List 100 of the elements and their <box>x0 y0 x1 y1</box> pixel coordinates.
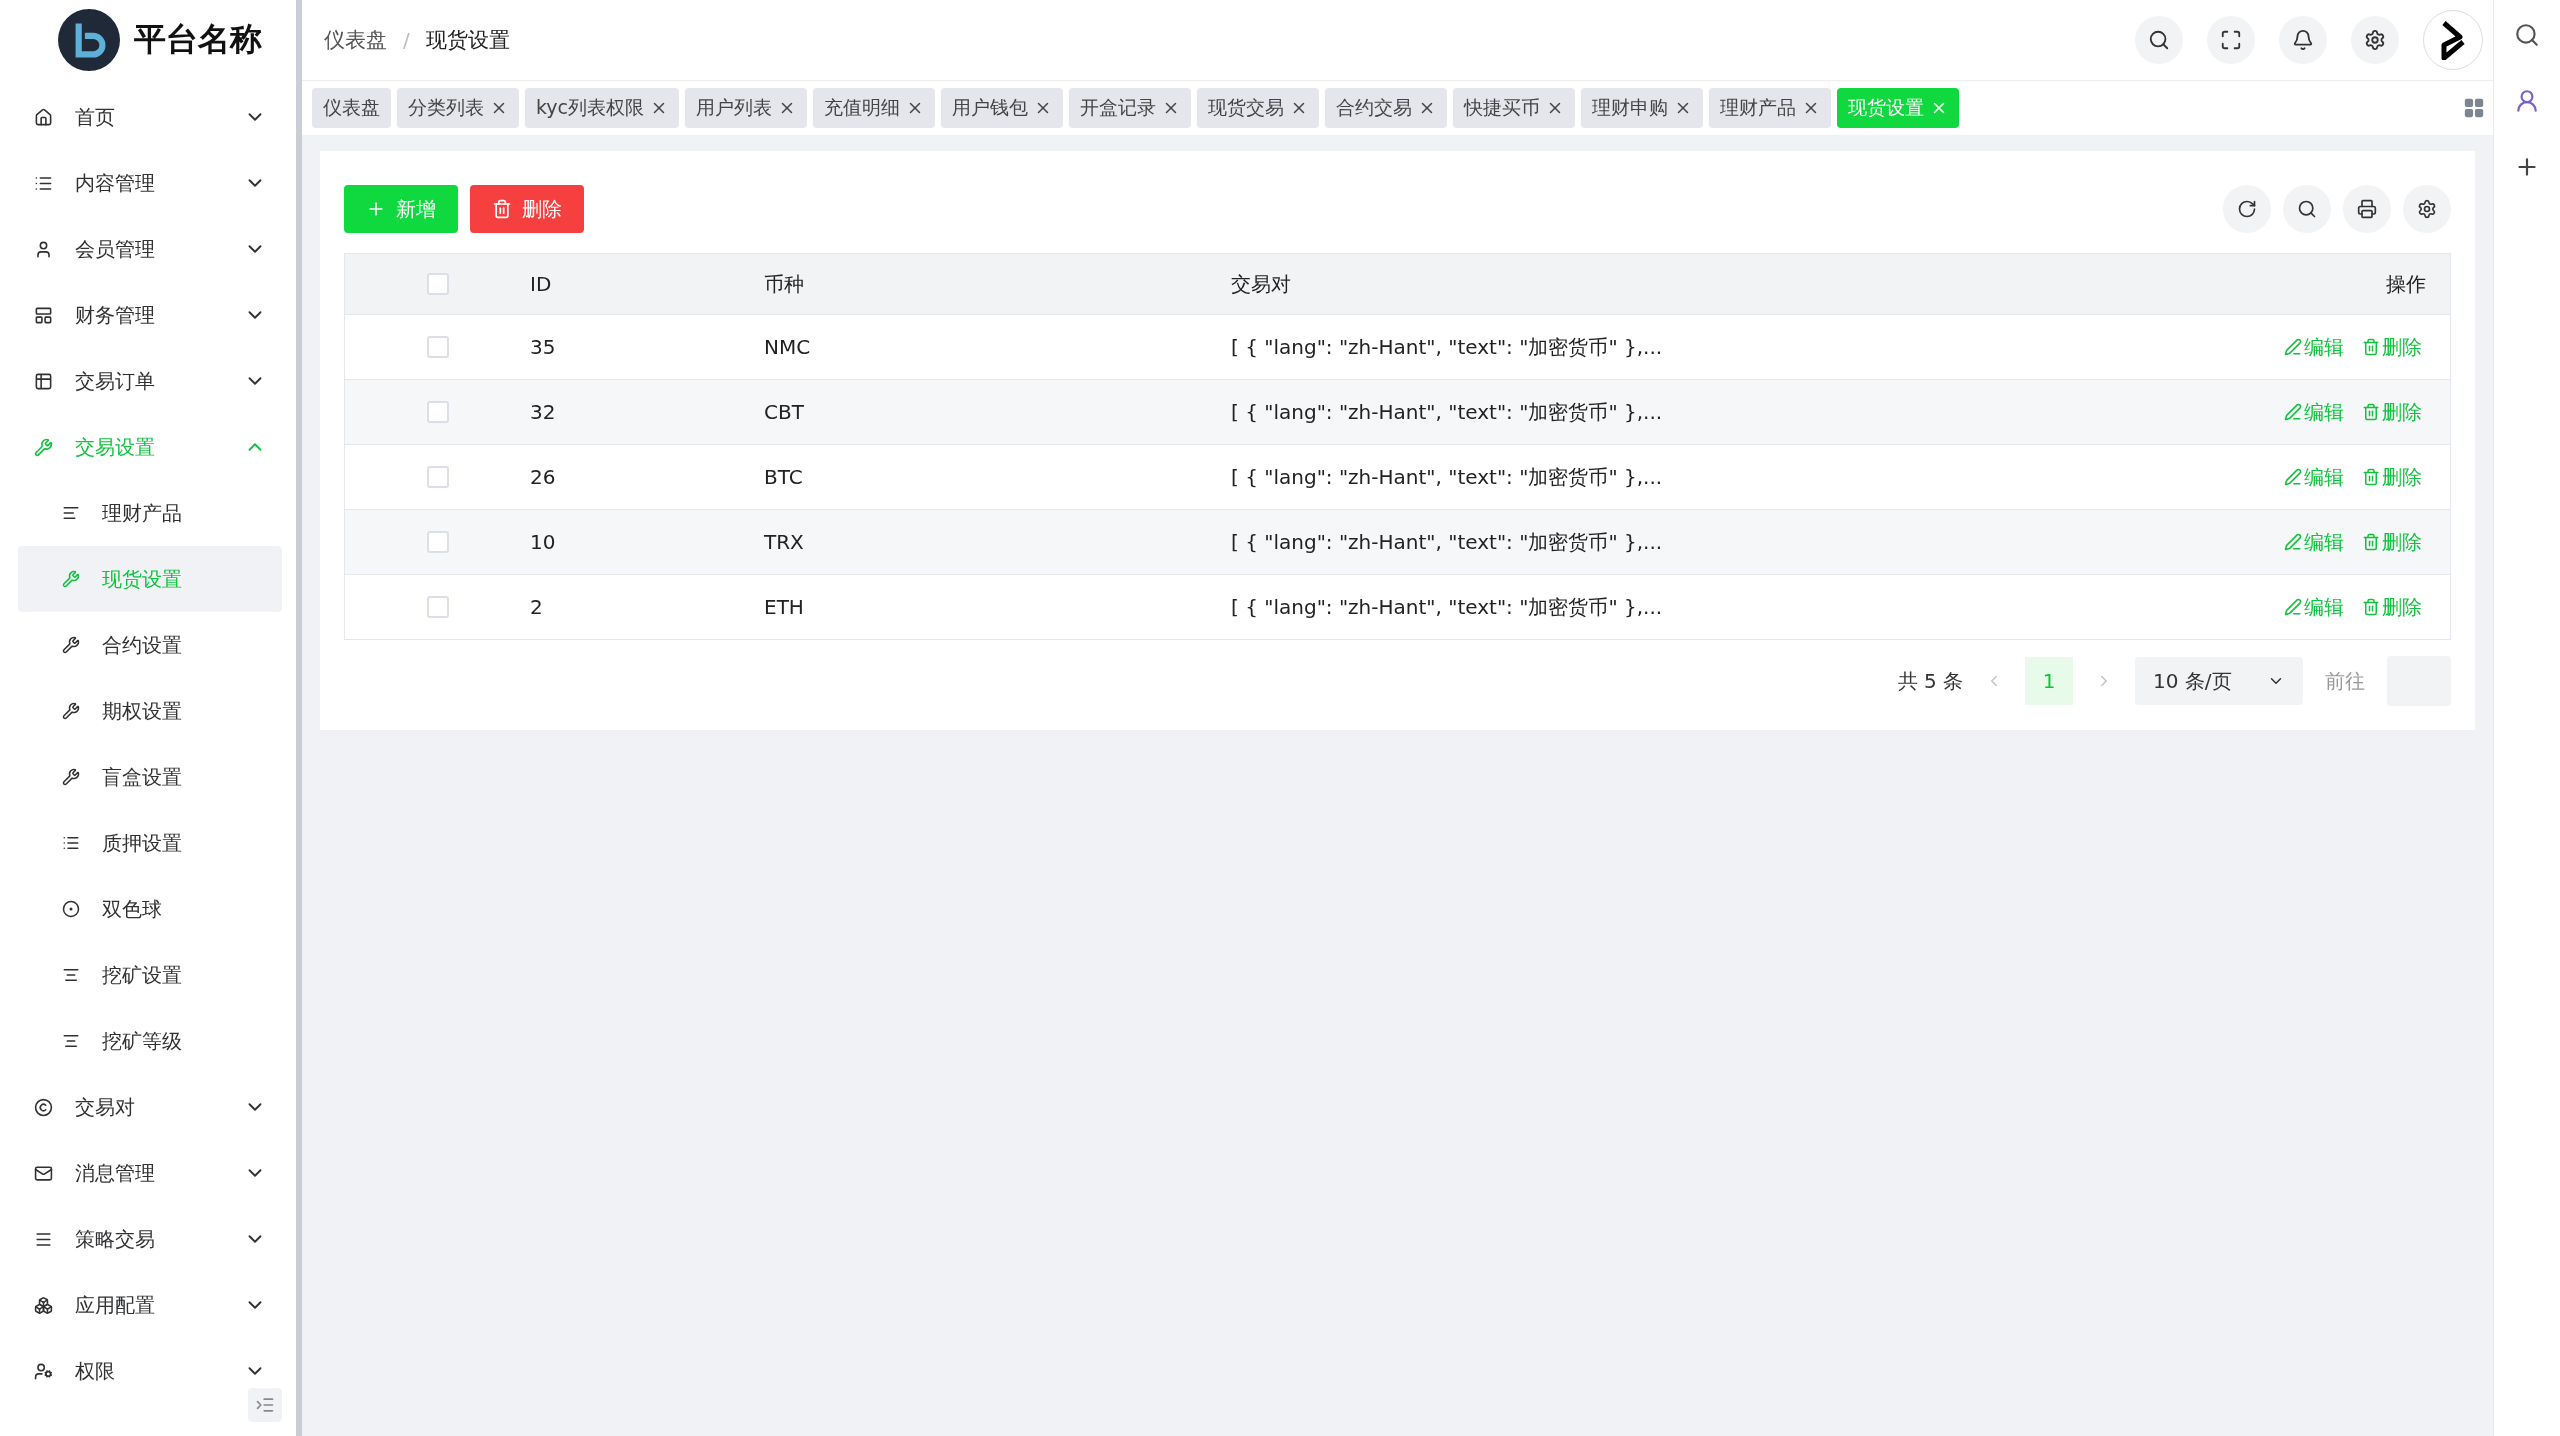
submenu-item[interactable]: 双色球 <box>0 876 296 942</box>
submenu-item[interactable]: 挖矿设置 <box>0 942 296 1008</box>
submenu-item[interactable]: 挖矿等级 <box>0 1008 296 1074</box>
row-checkbox[interactable] <box>426 466 449 488</box>
sidebar-item[interactable]: 首页 <box>0 84 296 150</box>
sidebar-item[interactable]: 应用配置 <box>0 1272 296 1338</box>
sidebar-item[interactable]: 会员管理 <box>0 216 296 282</box>
sidebar-label: 消息管理 <box>75 1159 156 1187</box>
sidebar-item[interactable]: 内容管理 <box>0 150 296 216</box>
search-icon <box>2148 29 2170 51</box>
submenu-item[interactable]: 理财产品 <box>0 480 296 546</box>
submenu-label: 挖矿设置 <box>102 961 183 989</box>
page-tab[interactable]: 分类列表 <box>397 88 519 128</box>
row-checkbox[interactable] <box>426 596 449 618</box>
page-tab[interactable]: kyc列表权限 <box>525 88 680 128</box>
sidebar-item[interactable]: 交易订单 <box>0 348 296 414</box>
page-tab[interactable]: 理财申购 <box>1581 88 1704 128</box>
sidebar-item[interactable]: 消息管理 <box>0 1140 296 1206</box>
indent-icon <box>255 1395 275 1415</box>
row-checkbox[interactable] <box>426 531 449 553</box>
fullscreen-icon <box>2220 29 2242 51</box>
breadcrumb-item[interactable]: 仪表盘 <box>324 26 387 54</box>
printer-icon <box>2357 199 2377 219</box>
table-cell-text: ETH <box>764 595 805 619</box>
page-tab[interactable]: 合约交易 <box>1325 88 1448 128</box>
settings-button[interactable] <box>2403 185 2451 233</box>
page-tab[interactable]: 理财产品 <box>1709 88 1832 128</box>
table-cell-text: [ { "lang": "zh-Hant", "text": "加密货币" },... <box>1231 463 1664 491</box>
table-icon <box>34 371 53 391</box>
column-header: 操作 <box>2386 270 2427 298</box>
table-cell-text: 26 <box>530 465 557 489</box>
column-header: 币种 <box>764 270 805 298</box>
column-header: 交易对 <box>1231 270 1292 298</box>
user-icon <box>34 239 53 259</box>
target-icon <box>62 900 80 918</box>
submenu-label: 理财产品 <box>102 499 183 527</box>
notification-button[interactable] <box>2279 16 2327 64</box>
page-size-select[interactable]: 10 条/页 <box>2135 657 2303 705</box>
submenu-item[interactable]: 期权设置 <box>0 678 296 744</box>
table-cell-text: BTC <box>764 465 804 489</box>
trash-icon <box>492 199 512 219</box>
submenu-item[interactable]: 质押设置 <box>0 810 296 876</box>
list-icon <box>62 834 80 852</box>
sidebar-label: 交易对 <box>75 1093 136 1121</box>
column-header: ID <box>530 272 553 296</box>
delete-button[interactable]: 删除 <box>470 185 584 233</box>
sidebar-item[interactable]: 权限 <box>0 1338 296 1404</box>
wrench-icon <box>62 570 80 588</box>
breadcrumb-item[interactable]: 现货设置 <box>425 26 510 54</box>
sidebar-label: 交易设置 <box>75 433 156 461</box>
submenu-item[interactable]: 盲盒设置 <box>0 744 296 810</box>
search-button[interactable] <box>2135 16 2183 64</box>
print-button[interactable] <box>2343 185 2391 233</box>
sidebar-label: 交易订单 <box>75 367 156 395</box>
row-checkbox[interactable] <box>426 401 449 423</box>
sidebar-label: 内容管理 <box>75 169 156 197</box>
table-cell-text: TRX <box>764 530 805 554</box>
page-tab[interactable]: 开盒记录 <box>1069 88 1192 128</box>
search-button[interactable] <box>2283 185 2331 233</box>
table-cell-text: 32 <box>530 400 557 424</box>
user-gear-icon <box>34 1361 53 1381</box>
sidebar-item[interactable]: 策略交易 <box>0 1206 296 1272</box>
grid-icon[interactable] <box>2463 97 2485 119</box>
breadcrumb-separator: / <box>403 28 410 52</box>
submenu-label: 现货设置 <box>102 565 183 593</box>
page-tab[interactable]: 充值明细 <box>813 88 936 128</box>
row-checkbox[interactable] <box>426 336 449 358</box>
sidebar-label: 策略交易 <box>75 1225 156 1253</box>
page-tab[interactable]: 用户列表 <box>685 88 808 128</box>
wrench-icon <box>62 768 80 786</box>
page-tab[interactable]: 现货交易 <box>1197 88 1320 128</box>
lines-icon <box>62 1032 80 1050</box>
platform-title: 平台名称 <box>134 19 262 60</box>
lines-icon <box>62 504 80 522</box>
bell-icon <box>2292 29 2314 51</box>
refresh-button[interactable] <box>2223 185 2271 233</box>
envelope-icon <box>34 1163 53 1183</box>
table-cell-text: 2 <box>530 595 544 619</box>
collapse-button[interactable] <box>248 1388 282 1422</box>
submenu-label: 期权设置 <box>102 697 183 725</box>
search-icon[interactable] <box>2514 22 2540 48</box>
home-icon <box>34 107 53 127</box>
user-icon[interactable] <box>2514 88 2540 114</box>
blocks-icon <box>34 1295 53 1315</box>
table-cell-text: [ { "lang": "zh-Hant", "text": "加密货币" },... <box>1231 528 1664 556</box>
sidebar-item[interactable]: 交易对 <box>0 1074 296 1140</box>
sidebar-label: 财务管理 <box>75 301 156 329</box>
submenu-item[interactable]: 合约设置 <box>0 612 296 678</box>
fullscreen-button[interactable] <box>2207 16 2255 64</box>
refresh-icon <box>2237 199 2257 219</box>
trash-icon <box>2362 468 2380 486</box>
page-tab[interactable]: 仪表盘 <box>312 88 391 128</box>
settings-button[interactable] <box>2351 16 2399 64</box>
select-all-checkbox[interactable] <box>426 273 449 295</box>
page-tab[interactable]: 快捷买币 <box>1453 88 1576 128</box>
sidebar-item[interactable]: 财务管理 <box>0 282 296 348</box>
submenu-label: 合约设置 <box>102 631 183 659</box>
table-cell-text: [ { "lang": "zh-Hant", "text": "加密货币" },... <box>1231 593 1664 621</box>
page-tab[interactable]: 用户钱包 <box>941 88 1064 128</box>
submenu-label: 双色球 <box>102 895 163 923</box>
